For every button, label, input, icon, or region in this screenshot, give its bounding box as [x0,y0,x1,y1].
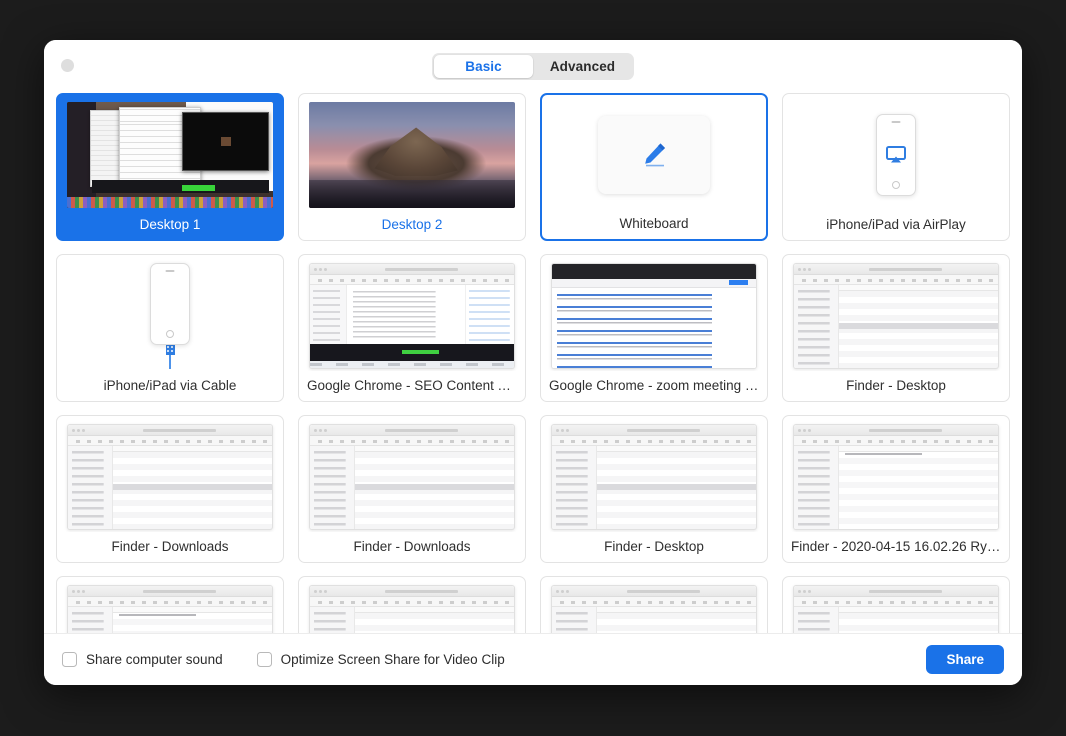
share-source-label: Desktop 2 [381,217,443,232]
tab-basic[interactable]: Basic [434,54,533,78]
share-source-label: Desktop 1 [139,217,201,232]
optimize-video-clip-checkbox[interactable] [256,652,272,667]
pencil-icon [645,143,665,167]
thumbnail-finder [299,577,525,633]
share-source-tile-cable[interactable]: iPhone/iPad via Cable [56,254,284,402]
mode-tabs[interactable]: Basic Advanced [432,52,634,80]
share-source-tile-row4-1[interactable] [56,576,284,633]
share-source-label: Whiteboard [619,216,689,231]
share-source-grid: Desktop 1 Desktop 2 Whiteboard iPhone/iP… [56,92,1010,633]
share-source-tile-finder-screenshot[interactable]: Finder - 2020-04-15 16.02.26 Rya… [782,415,1010,563]
thumbnail-finder-desktop [541,416,767,532]
phone-outline-icon [150,263,190,345]
thumbnail-finder-screenshot [57,577,283,633]
share-computer-sound-checkbox[interactable] [62,652,77,667]
thumbnail-finder [783,577,1009,633]
share-source-tile-finder-downloads-1[interactable]: Finder - Downloads [56,415,284,563]
share-source-label: Finder - Downloads [111,539,229,554]
share-source-tile-desktop-2[interactable]: Desktop 2 [298,93,526,241]
share-source-list[interactable]: Desktop 1 Desktop 2 Whiteboard iPhone/iP… [44,92,1022,633]
share-source-tile-chrome-zoom[interactable]: Google Chrome - zoom meeting ro… [540,254,768,402]
thumbnail-finder-desktop [783,255,1009,371]
share-source-label: Finder - Downloads [353,539,471,554]
share-source-tile-desktop-1[interactable]: Desktop 1 [56,93,284,241]
thumbnail-chrome-zoom [541,255,767,371]
close-button-icon[interactable] [61,59,74,72]
share-source-label: Google Chrome - SEO Content Te… [307,378,525,393]
share-source-tile-row4-4[interactable] [782,576,1010,633]
share-source-tile-chrome-seo[interactable]: Google Chrome - SEO Content Te… [298,254,526,402]
thumbnail-airplay [783,94,1009,210]
share-source-label: Finder - 2020-04-15 16.02.26 Rya… [791,539,1008,554]
thumbnail-desktop-2 [299,94,525,210]
tab-advanced[interactable]: Advanced [533,55,632,78]
thumbnail-desktop-1 [57,94,283,210]
share-source-tile-row4-3[interactable] [540,576,768,633]
thumbnail-finder-downloads [57,416,283,532]
lightning-plug-icon [165,344,175,355]
share-source-label: Finder - Desktop [604,539,704,554]
thumbnail-whiteboard [542,95,766,209]
optimize-video-clip-option[interactable]: Optimize Screen Share for Video Clip [256,652,505,667]
share-source-label: Google Chrome - zoom meeting ro… [549,378,767,393]
share-computer-sound-label: Share computer sound [86,652,223,667]
phone-outline-icon [876,114,916,196]
share-screen-dialog: Basic Advanced Desktop 1 Desktop 2 White… [44,40,1022,685]
whiteboard-card [598,116,710,194]
share-source-tile-finder-desktop-2[interactable]: Finder - Desktop [540,415,768,563]
screen-share-dialog-screen: Basic Advanced Desktop 1 Desktop 2 White… [0,0,1066,736]
share-source-tile-finder-desktop-1[interactable]: Finder - Desktop [782,254,1010,402]
cable-wire-icon [168,355,172,369]
dialog-footer: Share computer sound Optimize Screen Sha… [44,633,1022,685]
share-source-label: Finder - Desktop [846,378,946,393]
share-source-tile-whiteboard[interactable]: Whiteboard [540,93,768,241]
thumbnail-finder [541,577,767,633]
thumbnail-chrome-seo [299,255,525,371]
share-source-label: iPhone/iPad via Cable [103,378,237,393]
airplay-icon [886,146,906,163]
thumbnail-cable [57,255,283,371]
optimize-video-clip-label: Optimize Screen Share for Video Clip [280,652,505,667]
share-source-tile-airplay[interactable]: iPhone/iPad via AirPlay [782,93,1010,241]
dialog-titlebar: Basic Advanced [44,40,1022,92]
share-source-label: iPhone/iPad via AirPlay [826,217,966,232]
share-button[interactable]: Share [926,645,1004,674]
share-source-tile-row4-2[interactable] [298,576,526,633]
share-computer-sound-option[interactable]: Share computer sound [62,652,223,667]
thumbnail-finder-screenshot [783,416,1009,532]
thumbnail-finder-downloads [299,416,525,532]
share-source-tile-finder-downloads-2[interactable]: Finder - Downloads [298,415,526,563]
